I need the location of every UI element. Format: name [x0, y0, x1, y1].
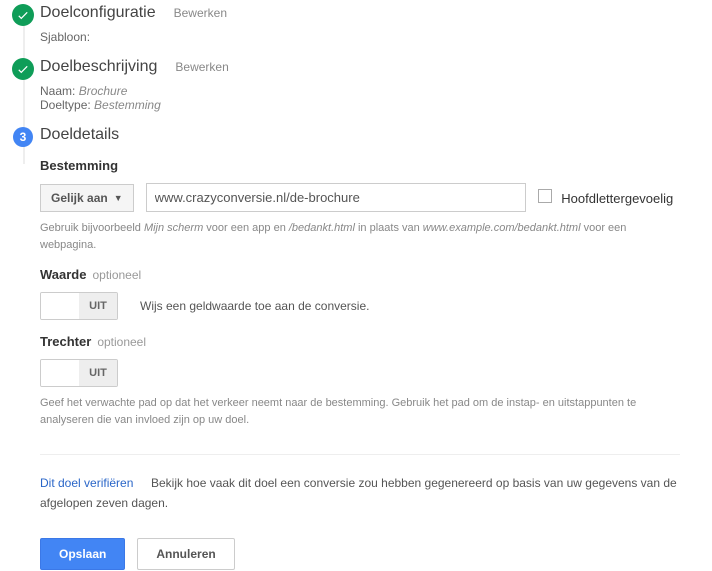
- cancel-button[interactable]: Annuleren: [137, 538, 234, 570]
- template-label: Sjabloon:: [40, 30, 90, 44]
- name-label: Naam:: [40, 84, 75, 98]
- step-number-icon: 3: [13, 127, 33, 147]
- name-value: Brochure: [79, 84, 128, 98]
- toggle-off-half[interactable]: UIT: [79, 360, 117, 386]
- toggle-off-half[interactable]: UIT: [79, 293, 117, 319]
- toggle-on-half[interactable]: [41, 293, 79, 319]
- case-sensitive-label: Hoofdlettergevoelig: [561, 191, 673, 206]
- case-sensitive-checkbox[interactable]: [538, 189, 552, 203]
- funnel-toggle[interactable]: UIT: [40, 359, 118, 387]
- funnel-hint: Geef het verwachte pad op dat het verkee…: [40, 395, 680, 428]
- value-desc: Wijs een geldwaarde toe aan de conversie…: [140, 299, 369, 313]
- edit-link[interactable]: Bewerken: [175, 60, 228, 74]
- match-type-dropdown[interactable]: Gelijk aan ▼: [40, 184, 134, 212]
- type-value: Bestemming: [94, 98, 161, 112]
- step-title: Doelconfiguratie: [40, 4, 156, 22]
- funnel-label: Trechteroptioneel: [40, 334, 712, 349]
- edit-link[interactable]: Bewerken: [174, 6, 227, 20]
- step-goal-details: 3 Doeldetails: [12, 126, 712, 144]
- destination-input[interactable]: [146, 183, 526, 212]
- divider: [40, 454, 680, 455]
- step-goal-config: Doelconfiguratie Bewerken Sjabloon:: [12, 4, 712, 44]
- type-label: Doeltype:: [40, 98, 91, 112]
- destination-label: Bestemming: [40, 158, 712, 173]
- chevron-down-icon: ▼: [114, 193, 123, 203]
- save-button[interactable]: Opslaan: [40, 538, 125, 570]
- step-title: Doeldetails: [40, 126, 119, 144]
- value-label: Waardeoptioneel: [40, 267, 712, 282]
- verify-block: Dit doel verifiëren Bekijk hoe vaak dit …: [40, 473, 680, 512]
- verify-text: Bekijk hoe vaak dit doel een conversie z…: [40, 476, 677, 510]
- verify-link[interactable]: Dit doel verifiëren: [40, 476, 133, 490]
- step-title: Doelbeschrijving: [40, 58, 157, 76]
- destination-hint: Gebruik bijvoorbeeld Mijn scherm voor ee…: [40, 220, 680, 253]
- check-icon: [12, 4, 34, 26]
- value-toggle[interactable]: UIT: [40, 292, 118, 320]
- check-icon: [12, 58, 34, 80]
- toggle-on-half[interactable]: [41, 360, 79, 386]
- step-goal-description: Doelbeschrijving Bewerken Naam: Brochure…: [12, 58, 712, 112]
